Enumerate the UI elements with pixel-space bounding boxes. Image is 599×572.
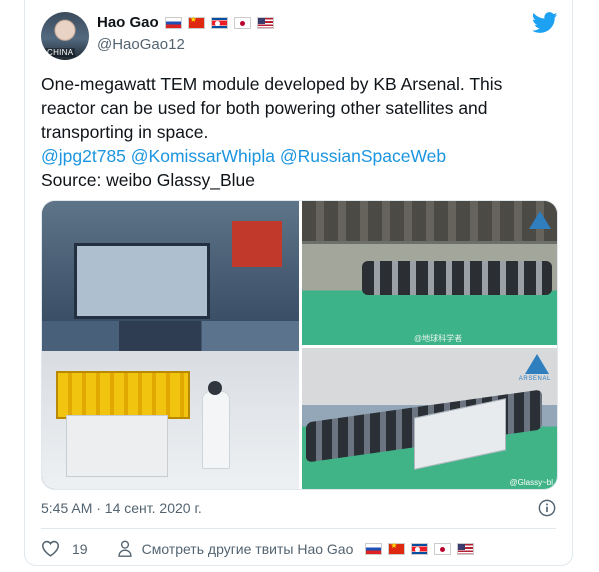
flag-china-icon	[388, 541, 406, 555]
mention-russianspaceweb[interactable]: @RussianSpaceWeb	[280, 146, 446, 166]
like-count: 19	[72, 540, 88, 557]
flag-russia-icon	[365, 542, 383, 555]
flag-usa-icon	[457, 542, 475, 555]
flag-north-korea-icon	[411, 542, 429, 555]
avatar-caption: CHINA	[45, 48, 76, 57]
tweet-timestamp[interactable]: 5:45 AM · 14 сент. 2020 г.	[41, 500, 202, 516]
photo-lab-assembly[interactable]	[42, 201, 299, 489]
divider	[41, 528, 556, 529]
mention-jpg2t785[interactable]: @jpg2t785	[41, 146, 126, 166]
tweet-actions: 19 Смотреть другие твиты Hao Gao	[41, 540, 475, 557]
photo-brand: ARSENAL	[518, 376, 551, 382]
mention-komissarwhipla[interactable]: @KomissarWhipla	[131, 146, 275, 166]
photo-watermark: @地球科学者	[414, 334, 463, 343]
tweet-body: One-megawatt TEM module developed by KB …	[41, 74, 503, 142]
author-row: Hao Gao	[97, 14, 274, 31]
arsenal-logo-icon	[525, 354, 549, 374]
photo-module-panels[interactable]: ARSENAL @Glassy~bl	[302, 348, 557, 489]
media-grid: @地球科学者 ARSENAL @Glassy~bl	[41, 200, 558, 490]
arsenal-logo-icon	[529, 211, 551, 229]
info-icon[interactable]	[538, 499, 556, 517]
photo-hangar-module[interactable]: @地球科学者	[302, 201, 557, 345]
more-tweets-link[interactable]: Смотреть другие твиты Hao Gao	[142, 541, 354, 557]
tweet-source: Source: weibo Glassy_Blue	[41, 170, 255, 190]
avatar[interactable]: CHINA	[41, 12, 89, 60]
flag-japan-icon	[233, 16, 251, 29]
twitter-bird-icon[interactable]	[532, 12, 558, 34]
flag-china-icon	[187, 15, 205, 29]
user-icon[interactable]	[117, 540, 132, 557]
flag-usa-icon	[256, 16, 274, 29]
flag-north-korea-icon	[210, 16, 228, 29]
tweet-card: CHINA Hao Gao @HaoGao12 One-megawatt TEM…	[24, 0, 573, 566]
author-handle[interactable]: @HaoGao12	[97, 36, 185, 53]
heart-icon[interactable]	[41, 540, 60, 557]
flag-japan-icon	[434, 542, 452, 555]
photo-watermark: @Glassy~bl	[509, 478, 553, 487]
author-name[interactable]: Hao Gao	[97, 14, 159, 31]
flag-russia-icon	[164, 16, 182, 29]
tweet-text: One-megawatt TEM module developed by KB …	[41, 72, 556, 192]
mentions: @jpg2t785 @KomissarWhipla @RussianSpaceW…	[41, 144, 556, 168]
